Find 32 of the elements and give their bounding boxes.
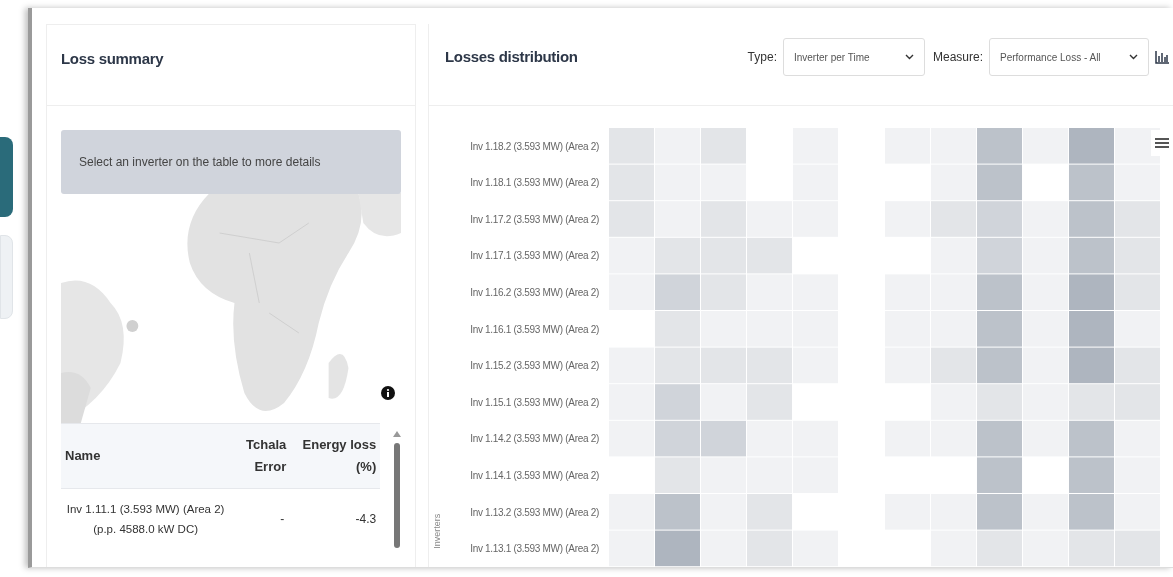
sidebar-tab[interactable] (0, 137, 13, 217)
panel-title: Losses distribution (445, 47, 578, 68)
chevron-icon (904, 54, 914, 61)
scroll-up-icon[interactable] (392, 431, 401, 437)
info-icon[interactable] (381, 386, 395, 400)
table-cell: -4.3 (290, 488, 381, 549)
column-header[interactable]: Tchala Error (230, 423, 291, 489)
filter-label: Type: (747, 49, 777, 67)
axis-title: Inverters (431, 512, 441, 551)
panel-title: Loss summary (61, 50, 164, 67)
row-label: Inv 1.13.2 (3.593 MW) (Area 2) (469, 505, 599, 520)
table-cell: - (230, 488, 291, 549)
filter-select[interactable]: Inverter per Time (782, 38, 925, 77)
row-label: Inv 1.14.1 (3.593 MW) (Area 2) (469, 469, 599, 483)
chevron-icon (1129, 54, 1138, 61)
row-label: Inv 1.13.1 (3.593 MW) (Area 2) (469, 542, 599, 557)
row-label: Inv 1.18.1 (3.593 MW) (Area 2) (469, 176, 599, 191)
info-banner: Select an inverter on the table to more details (61, 130, 401, 194)
row-label: Inv 1.17.2 (3.593 MW) (Area 2) (469, 212, 599, 227)
row-label: Inv 1.15.2 (3.593 MW) (Area 2) (469, 359, 599, 374)
filter-label: Measure: (932, 49, 983, 67)
bar-chart-icon[interactable] (1155, 50, 1169, 64)
table-cell: Inv 1.11.1 (3.593 MW) (Area 2) (p.p. 4588.0 kW DC) (61, 488, 231, 549)
row-label: Inv 1.16.2 (3.593 MW) (Area 2) (469, 286, 599, 301)
column-header[interactable]: Name (61, 423, 231, 489)
filter-select[interactable]: Performance Loss - All (989, 38, 1149, 77)
row-label: Inv 1.14.2 (3.593 MW) (Area 2) (469, 432, 599, 447)
column-header[interactable]: Energy loss (%) (290, 423, 381, 489)
row-label: Inv 1.17.1 (3.593 MW) (Area 2) (469, 249, 599, 264)
row-label: Inv 1.15.1 (3.593 MW) (Area 2) (469, 395, 599, 410)
row-label: Inv 1.18.2 (3.593 MW) (Area 2) (469, 139, 599, 154)
row-label: Inv 1.16.1 (3.593 MW) (Area 2) (469, 322, 599, 337)
